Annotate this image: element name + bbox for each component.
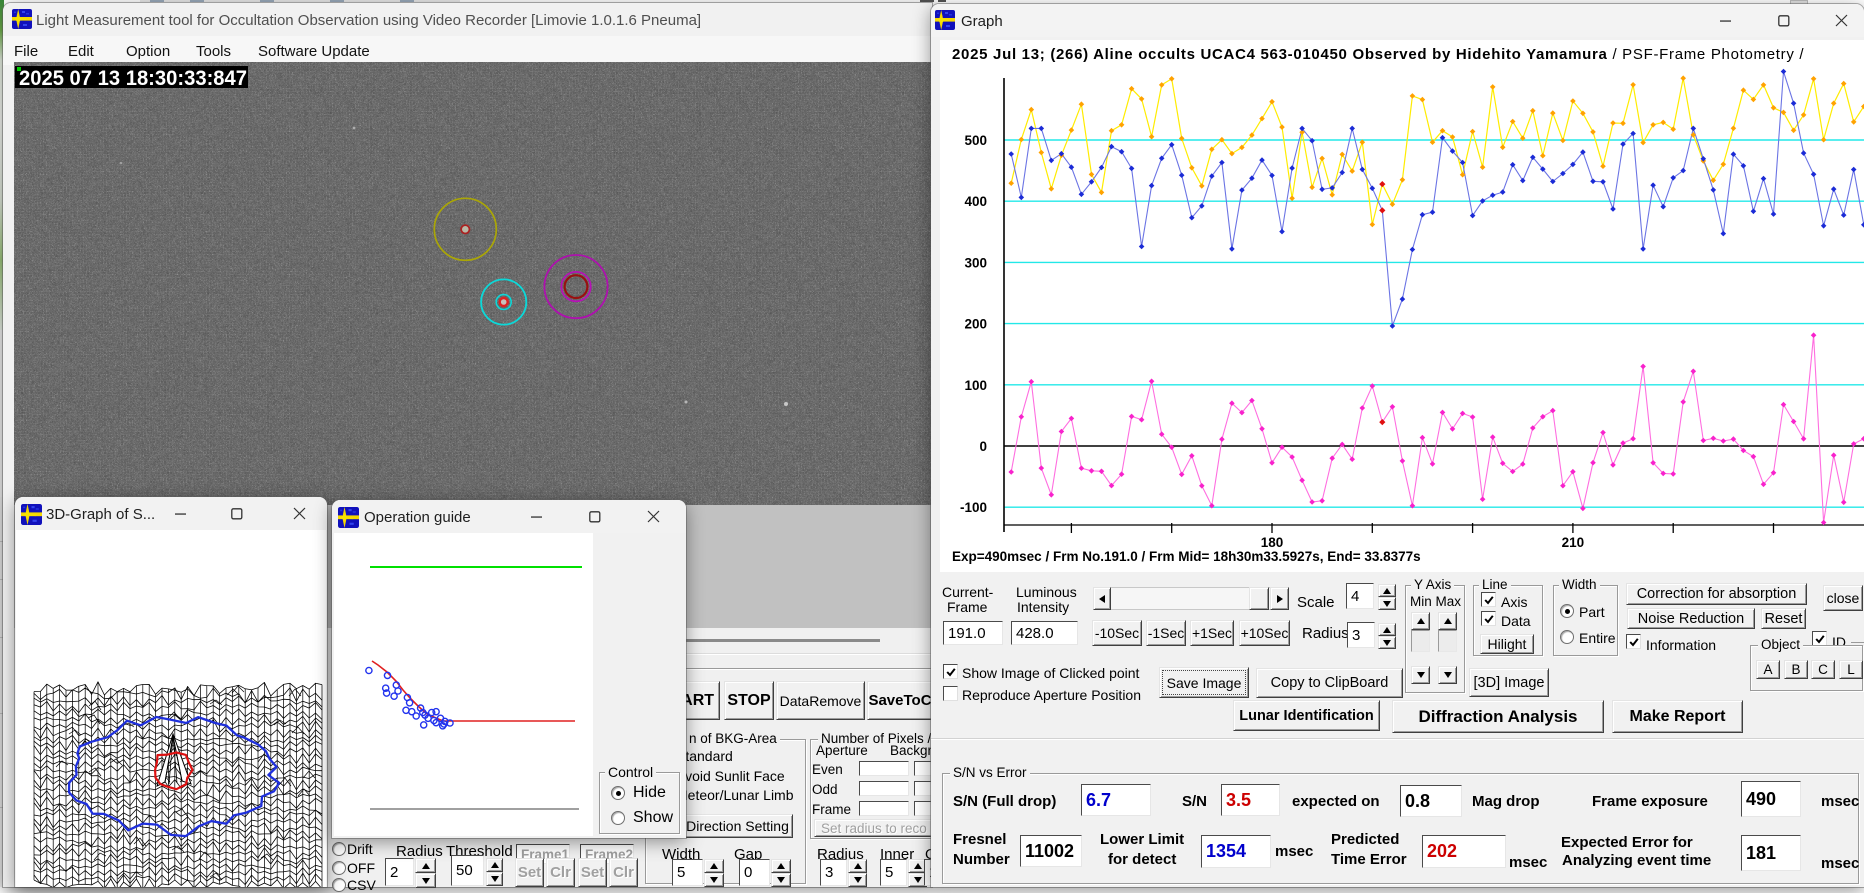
svg-text:300: 300 bbox=[964, 255, 987, 270]
svg-text:500: 500 bbox=[964, 133, 987, 148]
svg-text:Exp=490msec / Frm No.191.0 / F: Exp=490msec / Frm No.191.0 / Frm Mid= 18… bbox=[952, 549, 1421, 564]
svg-text:2025 07 13 18:30:33:847: 2025 07 13 18:30:33:847 bbox=[19, 67, 247, 90]
svg-text:210: 210 bbox=[1562, 535, 1585, 550]
svg-text:200: 200 bbox=[964, 317, 987, 332]
svg-text:400: 400 bbox=[964, 194, 987, 209]
svg-text:-100: -100 bbox=[960, 500, 987, 515]
svg-text:0: 0 bbox=[979, 439, 987, 454]
svg-text:180: 180 bbox=[1261, 535, 1284, 550]
svg-text:100: 100 bbox=[964, 378, 987, 393]
svg-text:2025 Jul 13; (266) Aline occul: 2025 Jul 13; (266) Aline occults UCAC4 5… bbox=[952, 46, 1804, 63]
